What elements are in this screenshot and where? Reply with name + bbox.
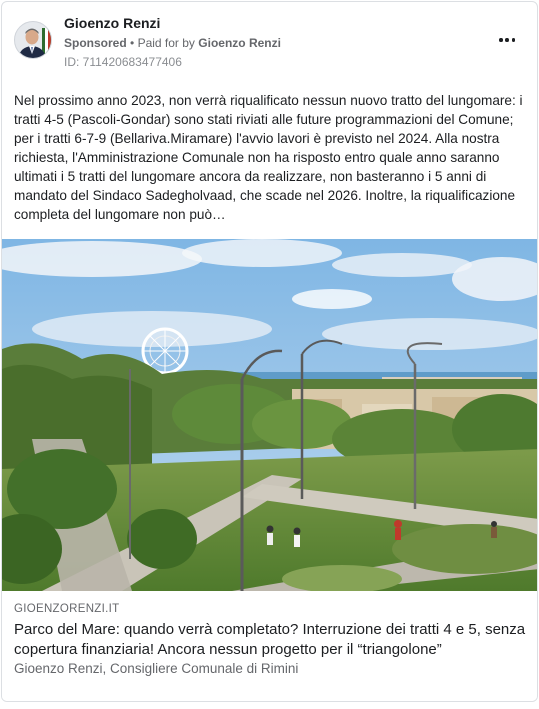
sponsored-label: Sponsored: [64, 36, 127, 50]
avatar-photo: [15, 22, 51, 58]
seafront-promenade-photo: [2, 239, 537, 591]
link-description: Gioenzo Renzi, Consigliere Comunale di R…: [14, 661, 299, 676]
paid-for-label: Paid for by: [137, 36, 195, 50]
ad-header: Gioenzo Renzi Sponsored • Paid for by Gi…: [2, 2, 537, 80]
link-headline[interactable]: Parco del Mare: quando verrà completato?…: [14, 620, 526, 660]
ad-body-text: Nel prossimo anno 2023, non verrà riqual…: [14, 91, 529, 224]
link-domain: GIOENZORENZI.IT: [14, 603, 120, 615]
paid-for-name: Gioenzo Renzi: [198, 36, 281, 50]
link-preview[interactable]: GIOENZORENZI.IT Parco del Mare: quando v…: [2, 591, 537, 701]
more-horizontal-icon-dot: [505, 38, 509, 42]
ad-body-paragraph: Nel prossimo anno 2023, non verrà riqual…: [14, 93, 523, 222]
ad-card: Gioenzo Renzi Sponsored • Paid for by Gi…: [1, 1, 538, 702]
page-name[interactable]: Gioenzo Renzi: [64, 15, 160, 31]
avatar[interactable]: [14, 21, 52, 59]
ad-meta: Sponsored • Paid for by Gioenzo Renzi: [64, 36, 281, 50]
more-options-button[interactable]: [495, 32, 519, 48]
ad-id: ID: 711420683477406: [64, 55, 182, 69]
meta-separator: •: [130, 36, 135, 50]
ad-image[interactable]: [2, 239, 537, 591]
more-horizontal-icon-dot: [511, 38, 515, 42]
more-horizontal-icon: [499, 38, 503, 42]
